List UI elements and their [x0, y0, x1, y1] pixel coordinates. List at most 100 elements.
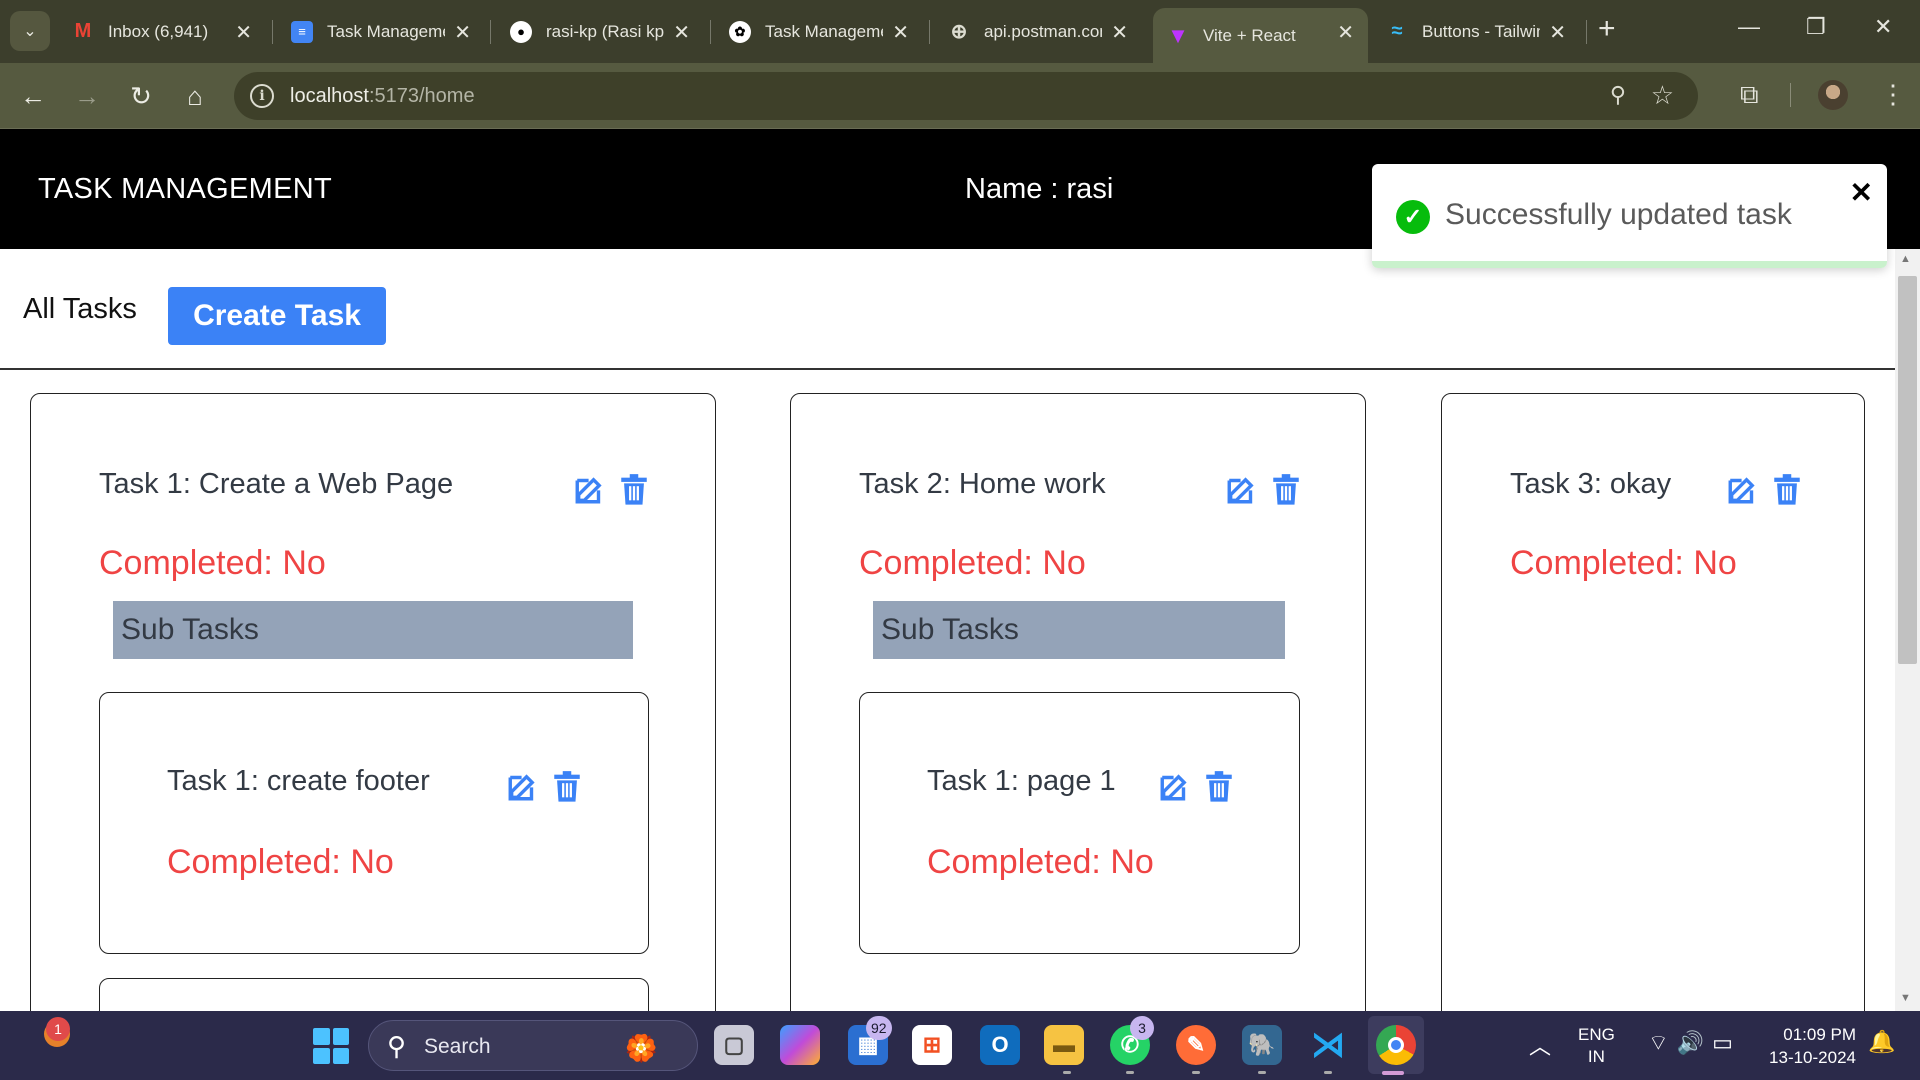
vscode-icon[interactable]: ⋊ — [1308, 1025, 1348, 1065]
scrollbar-thumb[interactable] — [1898, 276, 1917, 664]
browser-tab-gmail[interactable]: M Inbox (6,941) ✕ — [58, 8, 266, 55]
volume-icon[interactable]: 🔊 — [1677, 1030, 1712, 1055]
edit-icon[interactable] — [573, 472, 607, 506]
system-tray[interactable]: ⌔🔊▭ — [1648, 1029, 1741, 1057]
chrome-icon[interactable] — [1376, 1025, 1416, 1065]
profile-avatar[interactable] — [1818, 80, 1848, 110]
browser-tab-postman[interactable]: ⊕ api.postman.com ✕ — [934, 8, 1142, 55]
reload-icon[interactable]: ↻ — [124, 79, 158, 113]
create-task-button[interactable]: Create Task — [168, 287, 386, 345]
vite-icon: ▼ — [1167, 22, 1189, 48]
browser-toolbar: ← → ↻ ⌂ i localhost:5173/home ⚲ ☆ ⧉ ⋮ — [0, 63, 1920, 129]
restore-icon[interactable]: ❐ — [1806, 14, 1826, 40]
language-indicator[interactable]: ENG IN — [1578, 1024, 1615, 1068]
trash-icon[interactable] — [1202, 769, 1236, 803]
windows-start-icon[interactable] — [313, 1028, 349, 1064]
search-label: Search — [424, 1035, 491, 1058]
scroll-up-arrow-icon[interactable]: ▲ — [1900, 253, 1911, 265]
task-title: Task 2: Home work — [859, 468, 1106, 500]
new-tab-plus-icon[interactable]: + — [1598, 14, 1616, 44]
taskbar-search[interactable]: ⚲ Search 🏵️ — [368, 1020, 698, 1071]
toast-message: Successfully updated task — [1445, 198, 1792, 231]
tailwind-icon: ≈ — [1391, 20, 1403, 42]
tab-title: Inbox (6,941) — [108, 21, 209, 41]
browser-tab-docs[interactable]: ≡ Task Management ✕ — [277, 8, 485, 55]
browser-tab-vite-react[interactable]: ▼ Vite + React ✕ — [1153, 8, 1368, 63]
browser-tab-bar: ⌄ M Inbox (6,941) ✕ ≡ Task Management ✕ … — [0, 0, 1920, 63]
header-divider — [0, 368, 1895, 370]
tab-title: Vite + React — [1203, 25, 1296, 45]
toast-progress-bar — [1372, 261, 1887, 268]
user-name-label: Name : rasi — [965, 173, 1114, 205]
copilot-icon[interactable] — [780, 1025, 820, 1065]
trash-icon[interactable] — [550, 769, 584, 803]
clock-date: 13-10-2024 — [1769, 1048, 1856, 1067]
zoom-icon[interactable]: ⚲ — [1610, 82, 1626, 108]
running-indicator — [1126, 1071, 1134, 1074]
postman-icon[interactable]: ✎ — [1176, 1025, 1216, 1065]
task-title: Task 3: okay — [1510, 468, 1672, 500]
browser-tab-tailwind[interactable]: ≈ Buttons - Tailwind ✕ — [1372, 8, 1580, 55]
system-clock[interactable]: 01:09 PM 13-10-2024 — [1760, 1023, 1856, 1069]
task-card: Task 3: okay Completed: No — [1441, 393, 1865, 1011]
tab-close-icon[interactable]: ✕ — [1337, 20, 1354, 45]
back-arrow-icon[interactable]: ← — [16, 79, 50, 113]
tab-close-icon[interactable]: ✕ — [235, 20, 252, 45]
forward-arrow-icon[interactable]: → — [70, 79, 104, 113]
menu-kebab-icon[interactable]: ⋮ — [1880, 79, 1906, 110]
tab-close-icon[interactable]: ✕ — [454, 20, 471, 45]
bookmark-star-icon[interactable]: ☆ — [1651, 80, 1674, 111]
main-content: All Tasks Create Task Task 1: Create a W… — [0, 249, 1895, 1011]
wifi-icon[interactable]: ⌔ — [1648, 1030, 1677, 1055]
search-icon: ⚲ — [387, 1031, 407, 1061]
address-bar[interactable]: i localhost:5173/home ⚲ ☆ — [234, 72, 1698, 120]
subtask-card — [99, 978, 649, 1011]
tab-title: api.postman.com — [984, 21, 1102, 41]
url-text[interactable]: localhost:5173/home — [290, 85, 475, 108]
edit-icon[interactable] — [1225, 472, 1259, 506]
trash-icon[interactable] — [617, 472, 651, 506]
running-indicator — [1192, 1071, 1200, 1074]
url-host: localhost — [290, 85, 369, 107]
toolbar-divider — [1790, 83, 1791, 107]
edit-icon[interactable] — [506, 769, 540, 803]
scroll-down-arrow-icon[interactable]: ▼ — [1900, 992, 1911, 1004]
edit-icon[interactable] — [1726, 472, 1760, 506]
github-icon: ● — [510, 20, 532, 43]
close-window-icon[interactable]: ✕ — [1874, 14, 1892, 40]
subtask-title: Task 1: page 1 — [927, 765, 1116, 797]
outlook-icon[interactable]: O — [980, 1025, 1020, 1065]
tab-close-icon[interactable]: ✕ — [1549, 20, 1566, 45]
extensions-puzzle-icon[interactable]: ⧉ — [1740, 79, 1759, 111]
subtask-card: Task 1: page 1 Completed: No — [859, 692, 1300, 954]
tab-search-chevron-icon[interactable]: ⌄ — [10, 11, 50, 51]
notification-bell-icon[interactable]: 🔔 — [1868, 1029, 1895, 1055]
tab-close-icon[interactable]: ✕ — [892, 20, 909, 45]
edit-icon[interactable] — [1158, 769, 1192, 803]
browser-tab-github[interactable]: ● rasi-kp (Rasi kp) ✕ — [496, 8, 704, 55]
trash-icon[interactable] — [1269, 472, 1303, 506]
running-indicator — [1324, 1071, 1332, 1074]
minimize-icon[interactable]: — — [1738, 14, 1760, 40]
tab-close-icon[interactable]: ✕ — [673, 20, 690, 45]
file-explorer-icon[interactable]: ▬ — [1044, 1025, 1084, 1065]
tray-expand-chevron-icon[interactable]: ︿ — [1529, 1029, 1551, 1061]
browser-tab-chatgpt[interactable]: ✿ Task Management ✕ — [715, 8, 923, 55]
active-app-indicator — [1382, 1071, 1404, 1075]
postgresql-icon[interactable]: 🐘 — [1242, 1025, 1282, 1065]
whatsapp-badge: 3 — [1130, 1016, 1154, 1040]
trash-icon[interactable] — [1770, 472, 1804, 506]
microsoft-store-icon[interactable]: ⊞ — [912, 1025, 952, 1065]
task-view-icon[interactable]: ▢ — [714, 1025, 754, 1065]
task-card: Task 1: Create a Web Page Completed: No … — [30, 393, 716, 1011]
toast-close-icon[interactable]: ✕ — [1850, 176, 1873, 209]
subtasks-header: Sub Tasks — [873, 601, 1285, 659]
subtask-card: Task 1: create footer Completed: No — [99, 692, 649, 954]
battery-icon[interactable]: ▭ — [1712, 1030, 1741, 1055]
home-icon[interactable]: ⌂ — [178, 79, 212, 113]
clock-time: 01:09 PM — [1783, 1025, 1856, 1044]
site-info-icon[interactable]: i — [250, 84, 274, 108]
subtasks-header: Sub Tasks — [113, 601, 633, 659]
tab-close-icon[interactable]: ✕ — [1111, 20, 1128, 45]
tab-title: Task Management — [327, 21, 445, 41]
